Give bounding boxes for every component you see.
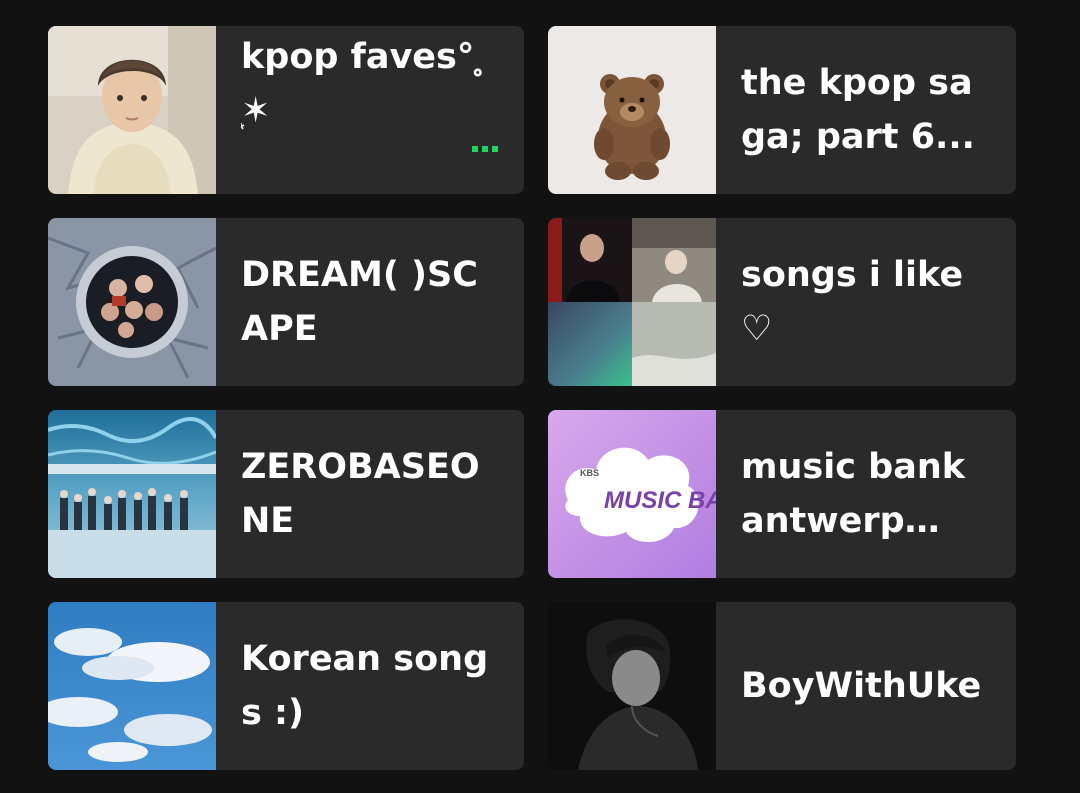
playlist-tile-songs-i-like[interactable]: songs i like ♡ (548, 218, 1016, 386)
playlist-tile-music-bank[interactable]: KBS MUSIC BANK music bank antwerp ✧.... (548, 410, 1016, 578)
music-bank-logo-text: MUSIC BANK (604, 487, 716, 514)
kbs-logo-text: KBS (580, 468, 599, 478)
playlist-cover-boywithuke (548, 602, 716, 770)
playlist-title: kpop faves° ̥ ͙✶ (241, 37, 487, 131)
playlist-cover-songs-i-like (548, 218, 716, 386)
now-playing-icon (472, 146, 498, 152)
playlist-tile-dreamscape[interactable]: DREAM( )SCAPE (48, 218, 524, 386)
playlist-cover-kpop-faves (48, 26, 216, 194)
playlist-title: music bank antwerp ✧.... (741, 447, 966, 541)
playlist-title: songs i like ♡ (741, 255, 964, 349)
playlist-cover-music-bank: KBS MUSIC BANK (548, 410, 716, 578)
playlist-cover-zerobaseone (48, 410, 216, 578)
playlist-tile-kpop-saga[interactable]: the kpop saga; part 6... (548, 26, 1016, 194)
playlist-tile-kpop-faves[interactable]: kpop faves° ̥ ͙✶ (48, 26, 524, 194)
playlist-cover-dreamscape (48, 218, 216, 386)
playlist-cover-kpop-saga (548, 26, 716, 194)
playlist-grid: kpop faves° ̥ ͙✶ the kpop saga; part 6..… (48, 26, 1032, 770)
playlist-title: BoyWithUke (741, 666, 982, 706)
playlist-tile-boywithuke[interactable]: BoyWithUke (548, 602, 1016, 770)
playlist-tile-zerobaseone[interactable]: ZEROBASEONE (48, 410, 524, 578)
playlist-title: the kpop saga; part 6... (741, 63, 975, 157)
playlist-title: Korean songs :) (241, 639, 489, 733)
playlist-cover-korean-songs (48, 602, 216, 770)
playlist-title: ZEROBASEONE (241, 447, 480, 541)
playlist-tile-korean-songs[interactable]: Korean songs :) (48, 602, 524, 770)
playlist-title: DREAM( )SCAPE (241, 255, 478, 349)
